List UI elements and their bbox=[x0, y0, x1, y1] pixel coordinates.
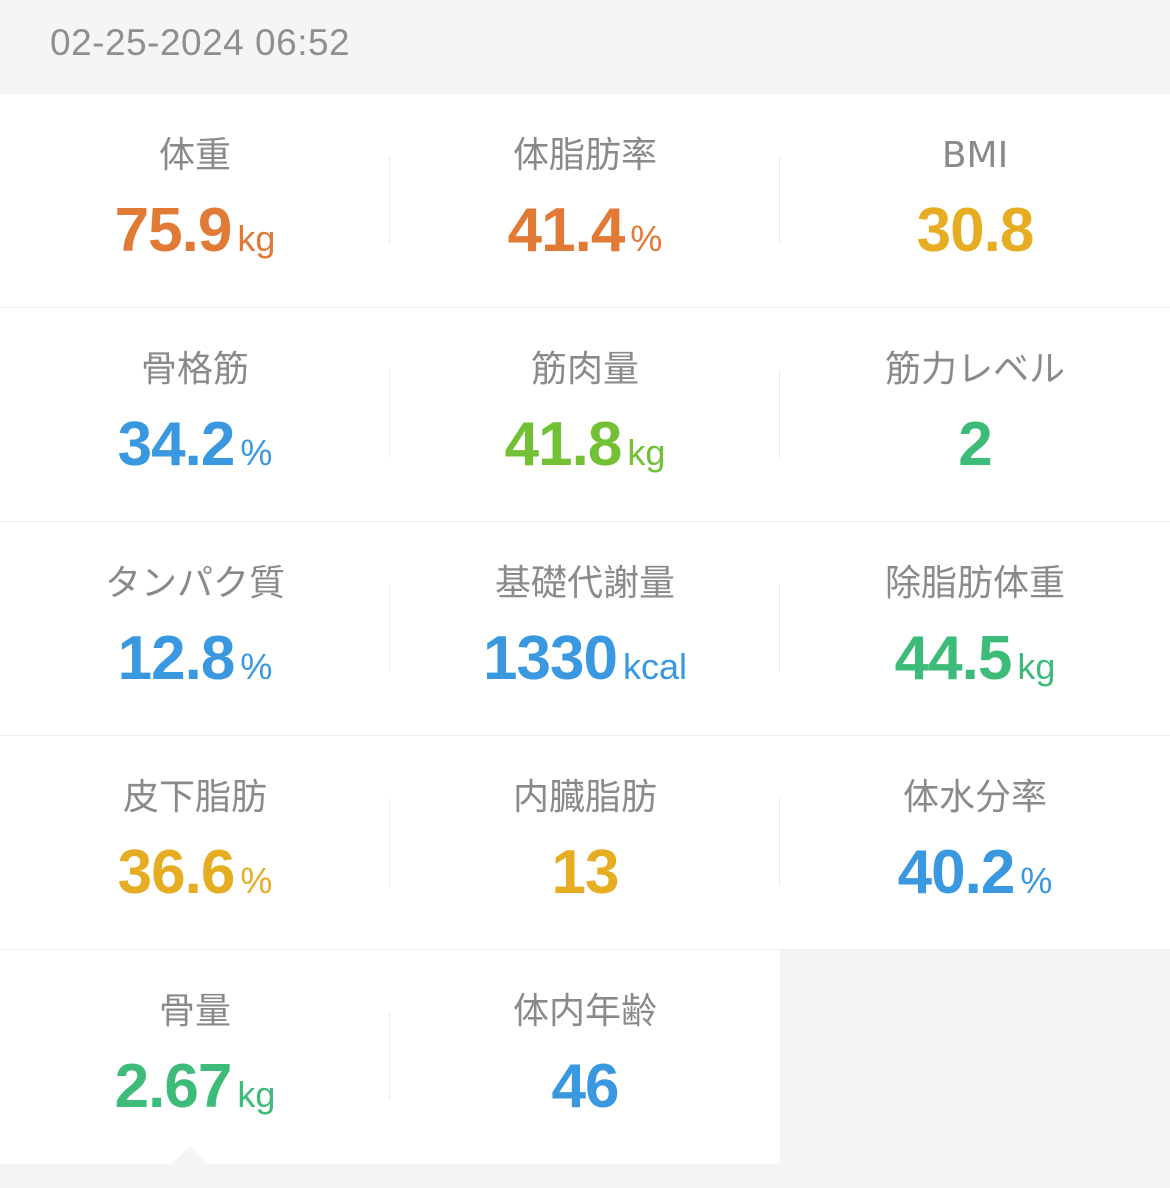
metric-label: 体重 bbox=[158, 135, 231, 176]
metric-unit: kg bbox=[627, 432, 666, 473]
metric-value: 40.2 bbox=[897, 838, 1016, 907]
metric-value-line: 36.6% bbox=[0, 838, 390, 923]
metric-label: 骨格筋 bbox=[140, 349, 249, 390]
column-divider bbox=[779, 798, 780, 886]
metric-value-line: 41.4% bbox=[390, 196, 780, 281]
body-composition-screen: 02-25-2024 06:52 体重 75.9 kg 体脂肪率 41.4% BMI 30.… bbox=[0, 0, 1170, 1188]
column-divider bbox=[389, 798, 390, 886]
metrics-row: 皮下脂肪 36.6% 内臓脂肪 13 体水分率 40.2% bbox=[0, 736, 1170, 950]
metric-label: 体内年齢 bbox=[512, 991, 657, 1032]
metric-unit: kg bbox=[237, 218, 276, 259]
metric-value-line: 12.8% bbox=[0, 624, 390, 709]
metric-unit: % bbox=[1020, 860, 1053, 901]
metric-unit: kg bbox=[237, 1074, 276, 1115]
metric-value: 41.8 bbox=[504, 410, 623, 479]
metric-label: 体脂肪率 bbox=[512, 135, 657, 176]
column-divider bbox=[389, 156, 390, 244]
metric-unit: kg bbox=[1017, 646, 1056, 687]
column-divider bbox=[779, 156, 780, 244]
metric-value-line: 13 bbox=[390, 838, 780, 923]
metrics-row: 骨格筋 34.2% 筋肉量 41.8 kg 筋力レベル 2 bbox=[0, 308, 1170, 522]
metric-label: 内臓脂肪 bbox=[512, 777, 657, 818]
metric-value: 46 bbox=[551, 1052, 620, 1121]
metric-label: 筋力レベル bbox=[884, 349, 1065, 390]
metric-cell[interactable]: 体水分率 40.2% bbox=[780, 736, 1170, 950]
metric-label: 除脂肪体重 bbox=[884, 563, 1065, 604]
metric-unit: kcal bbox=[622, 646, 687, 687]
metric-value: 41.4 bbox=[507, 196, 626, 265]
column-divider bbox=[779, 370, 780, 458]
metrics-row: 骨量 2.67 kg 体内年齢 46 bbox=[0, 950, 780, 1164]
metrics-row: 体重 75.9 kg 体脂肪率 41.4% BMI 30.8 bbox=[0, 94, 1170, 308]
column-divider bbox=[389, 584, 390, 672]
metric-value-line: 2.67 kg bbox=[0, 1052, 390, 1137]
metric-value-line: 44.5 kg bbox=[780, 624, 1170, 709]
metric-label: 筋肉量 bbox=[530, 349, 639, 390]
metric-value-line: 2 bbox=[780, 410, 1170, 495]
metric-cell[interactable]: 骨量 2.67 kg bbox=[0, 950, 390, 1164]
metric-cell[interactable]: 体脂肪率 41.4% bbox=[390, 94, 780, 308]
metric-value: 44.5 bbox=[894, 624, 1013, 693]
metric-value-line: 41.8 kg bbox=[390, 410, 780, 495]
metric-unit: % bbox=[240, 646, 273, 687]
column-divider bbox=[779, 584, 780, 672]
metric-value: 13 bbox=[551, 838, 620, 907]
metric-value: 34.2 bbox=[117, 410, 236, 479]
metric-cell[interactable]: 除脂肪体重 44.5 kg bbox=[780, 522, 1170, 736]
metric-value: 30.8 bbox=[916, 196, 1035, 265]
metric-label: 骨量 bbox=[158, 991, 231, 1032]
metric-label: 基礎代謝量 bbox=[494, 563, 675, 604]
metric-value-line: 30.8 bbox=[780, 196, 1170, 281]
metric-cell[interactable]: 骨格筋 34.2% bbox=[0, 308, 390, 522]
metric-label: BMI bbox=[941, 135, 1009, 176]
metric-label: タンパク質 bbox=[104, 563, 285, 604]
metric-value: 36.6 bbox=[117, 838, 236, 907]
measurement-header: 02-25-2024 06:52 bbox=[0, 0, 1170, 94]
metric-value: 2 bbox=[958, 410, 992, 479]
measurement-datetime: 02-25-2024 06:52 bbox=[50, 22, 351, 63]
metric-unit: % bbox=[630, 218, 663, 259]
metric-value-line: 46 bbox=[390, 1052, 780, 1137]
selection-pointer-icon bbox=[170, 1146, 210, 1166]
metric-value-line: 1330 kcal bbox=[390, 624, 780, 709]
metric-label: 体水分率 bbox=[902, 777, 1047, 818]
metric-label: 皮下脂肪 bbox=[122, 777, 267, 818]
metric-cell[interactable]: 基礎代謝量 1330 kcal bbox=[390, 522, 780, 736]
metric-value-line: 40.2% bbox=[780, 838, 1170, 923]
metric-cell[interactable]: 筋肉量 41.8 kg bbox=[390, 308, 780, 522]
metric-value: 1330 bbox=[483, 624, 618, 693]
column-divider bbox=[389, 1012, 390, 1100]
metric-value-line: 34.2% bbox=[0, 410, 390, 495]
metric-cell[interactable]: タンパク質 12.8% bbox=[0, 522, 390, 736]
metric-cell[interactable]: 内臓脂肪 13 bbox=[390, 736, 780, 950]
metric-cell[interactable]: 体内年齢 46 bbox=[390, 950, 780, 1164]
metric-value: 2.67 bbox=[114, 1052, 233, 1121]
metric-cell[interactable]: 筋力レベル 2 bbox=[780, 308, 1170, 522]
metric-value: 12.8 bbox=[117, 624, 236, 693]
metric-value: 75.9 bbox=[114, 196, 233, 265]
metric-unit: % bbox=[240, 860, 273, 901]
column-divider bbox=[389, 370, 390, 458]
metric-value-line: 75.9 kg bbox=[0, 196, 390, 281]
metric-unit: % bbox=[240, 432, 273, 473]
metric-cell[interactable]: BMI 30.8 bbox=[780, 94, 1170, 308]
metric-cell[interactable]: 体重 75.9 kg bbox=[0, 94, 390, 308]
metric-cell[interactable]: 皮下脂肪 36.6% bbox=[0, 736, 390, 950]
metrics-row: タンパク質 12.8% 基礎代謝量 1330 kcal 除脂肪体重 44.5 kg bbox=[0, 522, 1170, 736]
